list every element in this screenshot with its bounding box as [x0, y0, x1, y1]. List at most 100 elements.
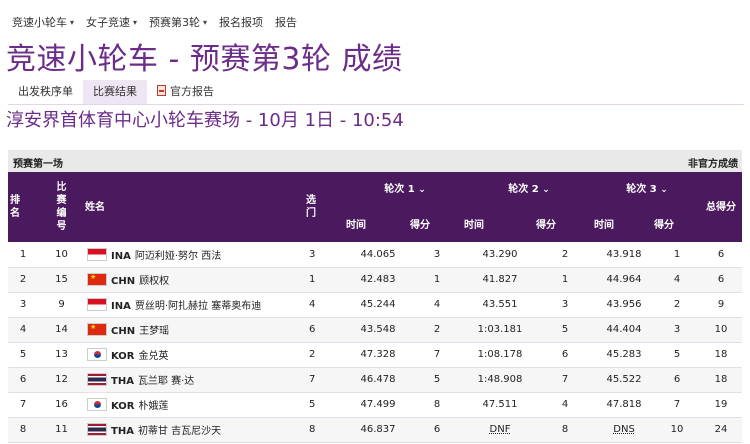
athlete-name[interactable]: 贾丝明·阿扎赫拉 塞蒂奥布迪: [135, 301, 261, 312]
rank-cell-value: 3: [19, 299, 27, 310]
bib-cell: 11: [38, 417, 85, 443]
flag-tha-icon: [87, 423, 107, 436]
round3-time-value: 47.818: [606, 399, 642, 410]
flag-kor-icon: [87, 398, 107, 411]
round1-time-value: 47.499: [360, 399, 396, 410]
tab-2[interactable]: 官方报告: [147, 80, 224, 104]
athlete-name[interactable]: 瓦兰耶 赛·达: [138, 376, 194, 387]
nav-item-label: 报告: [275, 16, 298, 29]
table-row[interactable]: 6 12 THA 瓦兰耶 赛·达 7 46.478 5 1:48.908 7 45.522 6 18: [8, 367, 743, 393]
bib-cell-value: 12: [55, 374, 68, 385]
rank-cell-value: 1: [19, 248, 27, 260]
col-name[interactable]: 姓名: [85, 172, 306, 242]
flag-chn-icon: [87, 273, 107, 286]
round1-points-value: 6: [433, 424, 441, 435]
nav-item-2[interactable]: 预赛第3轮 ▾: [149, 14, 207, 30]
col-gate[interactable]: 选门: [306, 172, 346, 242]
col-r2-points: 得分: [536, 208, 595, 242]
table-row[interactable]: 1 10 INA 阿迈利娅·努尔 西法 3 44.065 3 43.290 2 43.918 1 6: [8, 242, 743, 268]
gate-cell-value: 4: [309, 299, 316, 310]
caret-down-icon: ⌄: [660, 185, 668, 195]
round1-points-value: 2: [433, 324, 441, 335]
nav-item-1[interactable]: 女子竞速 ▾: [86, 14, 137, 30]
total-points: 19: [700, 392, 743, 418]
col-round3[interactable]: 轮次 3 ⌄: [594, 172, 701, 208]
page-title: 竞速小轮车 - 预赛第3轮 成绩: [6, 42, 403, 77]
rank-cell: 7: [8, 392, 38, 418]
table-row[interactable]: 414CHN王梦瑶643.54821:03.181544.404310: [8, 317, 743, 343]
bib-cell: 13: [38, 342, 85, 368]
tab-label: 出发秩序单: [18, 85, 73, 98]
total-points: 10: [700, 317, 743, 343]
rank-cell-value: 7: [19, 399, 27, 410]
col-rank[interactable]: 排名: [8, 172, 38, 242]
table-row[interactable]: 5 13 KOR 金兑英 2 47.328 7 1:08.178 6 45.283 5 18: [8, 342, 743, 368]
nav-item-4[interactable]: 报告: [275, 14, 297, 30]
gate-cell-value: 6: [309, 324, 316, 335]
table-row[interactable]: 8 11 THA 初蒂甘 吉瓦尼沙天 8 46.837 6 DNF 8 DNS 10 24: [8, 417, 743, 443]
nav-item-0[interactable]: 竞速小轮车 ▾: [12, 14, 74, 30]
nav-item-3[interactable]: 报名报项: [219, 14, 263, 30]
results-table: 排名 比赛编号 姓名 选门 轮次 1 ⌄ 轮次 2 ⌄ 轮次 3 ⌄ 总得分 时…: [8, 172, 743, 443]
gate-cell: 2: [306, 342, 346, 368]
table-row[interactable]: 215CHN顾权权142.483141.827144.96446: [8, 267, 743, 293]
round1-time-value: 46.837: [360, 424, 396, 435]
round2-points: 1: [536, 267, 595, 293]
table-row[interactable]: 3 9 INA 贾丝明·阿扎赫拉 塞蒂奥布迪 4 45.244 4 43.551 3 43.956…: [8, 292, 743, 318]
total-points-value: 9: [717, 299, 725, 310]
gate-cell: 8: [306, 417, 346, 443]
round3-time-value: 45.283: [606, 349, 642, 360]
round1-points-value: 8: [433, 399, 441, 410]
round1-time: 46.478: [346, 367, 410, 393]
bib-cell: 9: [38, 292, 85, 318]
bib-cell-value: 14: [55, 324, 68, 335]
tab-0[interactable]: 出发秩序单: [8, 80, 83, 104]
round2-points-value: 7: [561, 374, 569, 385]
nav-item-label: 竞速小轮车: [12, 16, 67, 29]
col-round2[interactable]: 轮次 2 ⌄: [464, 172, 595, 208]
gate-cell-value: 2: [309, 349, 316, 360]
total-points-value: 18: [714, 349, 728, 360]
table-row[interactable]: 7 16 KOR 朴娥莲 5 47.499 8 47.511 4 47.818 7 19: [8, 392, 743, 418]
round3-points-value: 10: [670, 424, 684, 435]
round2-time: 47.511: [464, 392, 537, 418]
round2-points: 6: [536, 342, 595, 368]
flag-ina-icon: [87, 247, 107, 261]
gate-cell: 5: [306, 392, 346, 418]
athlete-cell: KOR 朴娥莲: [85, 392, 306, 418]
gate-cell-value: 7: [309, 374, 316, 385]
round2-time-value: 47.511: [482, 399, 518, 410]
round1-points: 4: [410, 292, 465, 318]
gate-cell: 4: [306, 292, 346, 318]
rank-cell-value: 5: [19, 349, 27, 360]
athlete-name[interactable]: 顾权权: [139, 276, 169, 287]
total-points-value: 19: [714, 399, 728, 410]
round1-time-value: 43.548: [360, 324, 396, 335]
round2-points-value: 8: [561, 424, 569, 435]
round3-points: 3: [654, 317, 701, 343]
total-points-value: 24: [714, 424, 728, 435]
total-points: 6: [700, 242, 743, 268]
round2-time: 43.290: [464, 242, 537, 268]
col-round1[interactable]: 轮次 1 ⌄: [346, 172, 465, 208]
round2-points: 7: [536, 367, 595, 393]
rank-cell: 6: [8, 367, 38, 393]
tab-1[interactable]: 比赛结果: [83, 80, 147, 104]
athlete-name[interactable]: 朴娥莲: [139, 401, 169, 412]
nav-item-label: 预赛第3轮: [149, 16, 201, 29]
athlete-name[interactable]: 阿迈利娅·努尔 西法: [135, 251, 221, 262]
round2-points-value: 5: [561, 324, 569, 335]
tab-label: 比赛结果: [93, 85, 137, 98]
total-points-value: 6: [717, 274, 725, 285]
round2-time-value: 1:48.908: [477, 374, 523, 385]
athlete-name[interactable]: 金兑英: [139, 351, 169, 362]
round3-time: 44.964: [594, 267, 655, 293]
round1-time-value: 47.328: [360, 349, 396, 360]
heat-header: 预赛第一场 非官方成绩: [8, 150, 742, 172]
col-bib[interactable]: 比赛编号: [38, 172, 85, 242]
athlete-name[interactable]: 王梦瑶: [139, 326, 169, 337]
col-total[interactable]: 总得分: [700, 172, 743, 242]
athlete-name[interactable]: 初蒂甘 吉瓦尼沙天: [138, 426, 221, 437]
heat-label: 预赛第一场: [13, 159, 63, 170]
round1-time: 47.499: [346, 392, 410, 418]
